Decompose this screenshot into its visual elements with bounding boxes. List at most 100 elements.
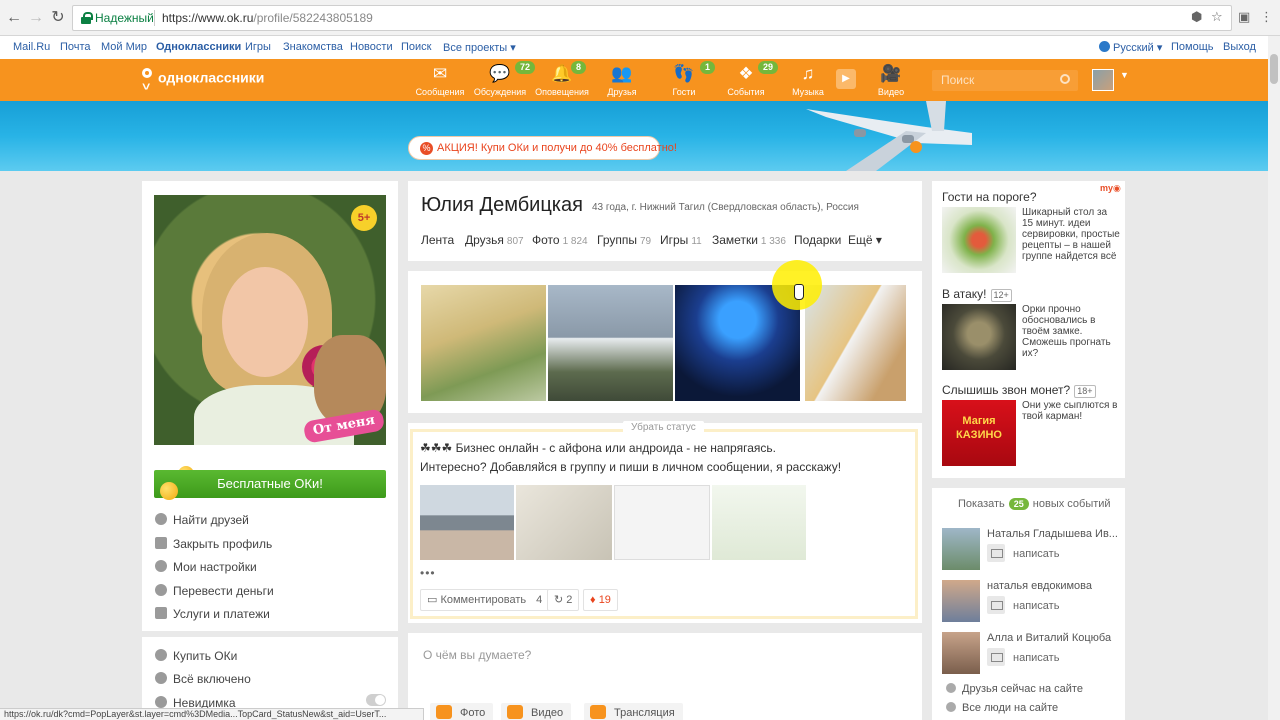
comment-button[interactable]: ▭ Комментировать 4 xyxy=(420,589,550,611)
portal-link-mail[interactable]: Почта xyxy=(60,41,91,53)
mytarget-logo-icon: my◉ xyxy=(1100,183,1121,193)
friend-avatar[interactable] xyxy=(942,632,980,674)
write-message-link[interactable]: написать xyxy=(987,648,1059,666)
promo-banner[interactable]: % АКЦИЯ! Купи ОКи и получи до 40% беспла… xyxy=(0,101,1268,171)
ok-logo-icon xyxy=(140,68,154,90)
ad-image[interactable] xyxy=(942,304,1016,370)
status-text-line-1: ☘☘☘ Бизнес онлайн - с айфона или андроид… xyxy=(420,441,776,455)
post-input[interactable]: О чём вы думаете? xyxy=(423,648,531,662)
photo-thumb[interactable] xyxy=(421,285,546,401)
chevron-down-icon[interactable]: ▼ xyxy=(1120,70,1129,80)
percent-icon: % xyxy=(420,142,433,155)
post-photo-button[interactable]: Фото xyxy=(430,703,494,720)
search-icon[interactable] xyxy=(1060,74,1070,84)
ad-image[interactable] xyxy=(942,207,1016,273)
post-stream-button[interactable]: Трансляция xyxy=(584,703,683,720)
menu-find-friends[interactable]: Найти друзей xyxy=(155,513,249,531)
envelope-icon xyxy=(987,648,1005,666)
user-avatar[interactable] xyxy=(1092,69,1114,91)
ad-title[interactable]: Слышишь звон монет? 18+ xyxy=(942,383,1096,398)
url-text[interactable]: https://www.ok.ru/profile/582243805189 xyxy=(162,11,373,25)
menu-settings[interactable]: Мои настройки xyxy=(155,560,257,578)
portal-link-dating[interactable]: Знакомства xyxy=(283,41,343,53)
friend-avatar[interactable] xyxy=(942,580,980,622)
ad-text[interactable]: Орки прочно обосновались в твоём замке. … xyxy=(1022,304,1120,359)
bookmark-star-icon[interactable]: ☆ xyxy=(1211,10,1225,24)
tab-friends[interactable]: Друзья 807 xyxy=(465,233,524,247)
friend-name[interactable]: Алла и Виталий Коцюба xyxy=(987,632,1111,644)
menu-services-payments[interactable]: Услуги и платежи xyxy=(155,607,270,625)
all-online-link[interactable]: Все люди на сайте xyxy=(946,702,1058,714)
status-image[interactable] xyxy=(712,485,806,560)
help-link[interactable]: Помощь xyxy=(1171,41,1214,53)
promo-pill[interactable]: % АКЦИЯ! Купи ОКи и получи до 40% беспла… xyxy=(408,136,677,160)
toolbar-messages[interactable]: ✉ Сообщения xyxy=(410,63,470,97)
page-scrollbar[interactable] xyxy=(1268,36,1280,720)
photo-thumb[interactable] xyxy=(805,285,906,401)
menu-buy-ok[interactable]: Купить ОКи xyxy=(155,649,237,667)
extension-icon[interactable]: ▣ xyxy=(1238,10,1252,24)
post-video-button[interactable]: Видео xyxy=(501,703,572,720)
translate-icon[interactable]: ⬢ xyxy=(1191,10,1205,24)
camera-icon xyxy=(436,705,452,719)
invisible-icon xyxy=(155,696,167,708)
portal-link-ok[interactable]: Одноклассники xyxy=(156,41,241,53)
portal-link-mailru[interactable]: Mail.Ru xyxy=(13,41,50,53)
reload-icon[interactable]: ↻ xyxy=(48,8,68,28)
ad-text[interactable]: Они уже сыплются в твой карман! xyxy=(1022,400,1120,422)
status-image[interactable] xyxy=(420,485,514,560)
menu-all-inclusive[interactable]: Всё включено xyxy=(155,672,251,690)
profile-photo[interactable]: От меня xyxy=(154,195,386,445)
airplane-illustration xyxy=(806,101,972,171)
logout-link[interactable]: Выход xyxy=(1223,41,1256,53)
invisible-toggle[interactable] xyxy=(366,694,386,706)
write-message-link[interactable]: написать xyxy=(987,596,1059,614)
show-events-link[interactable]: Показать 25 новых событий xyxy=(958,498,1111,510)
status-image[interactable] xyxy=(516,485,612,560)
tab-photos[interactable]: Фото 1 824 xyxy=(532,233,588,247)
coin-icon xyxy=(160,482,178,500)
more-dots[interactable]: ••• xyxy=(420,566,436,580)
like-button[interactable]: ♦ 19 xyxy=(583,589,618,611)
portal-link-all-projects[interactable]: Все проекты ▾ xyxy=(443,41,516,54)
search-input[interactable]: Поиск xyxy=(932,70,1078,91)
forward-arrow-icon[interactable]: → xyxy=(26,8,46,28)
tab-notes[interactable]: Заметки 1 336 xyxy=(712,233,786,247)
tab-groups[interactable]: Группы 79 xyxy=(597,233,651,247)
lock-icon xyxy=(155,537,167,549)
tab-games[interactable]: Игры 11 xyxy=(660,233,702,247)
ad-image[interactable]: Магия КАЗИНО xyxy=(942,400,1016,466)
friends-online-link[interactable]: Друзья сейчас на сайте xyxy=(946,683,1083,695)
photo-thumb[interactable] xyxy=(548,285,673,401)
remove-status-button[interactable]: Убрать статус xyxy=(623,421,704,435)
ad-title[interactable]: В атаку! 12+ xyxy=(942,287,1012,302)
ad-title[interactable]: Гости на пороге? xyxy=(942,190,1037,204)
menu-close-profile[interactable]: Закрыть профиль xyxy=(155,537,272,555)
friend-name[interactable]: Наталья Гладышева Ив... xyxy=(987,528,1118,540)
tab-more[interactable]: Ещё ▾ xyxy=(848,233,882,247)
tab-feed[interactable]: Лента xyxy=(421,233,454,247)
share-button[interactable]: ↻ 2 xyxy=(547,589,580,611)
back-arrow-icon[interactable]: ← xyxy=(4,8,24,28)
menu-transfer-money[interactable]: Перевести деньги xyxy=(155,584,274,602)
toolbar-music[interactable]: ♫ Музыка xyxy=(778,63,838,97)
menu-dots-icon[interactable]: ⋮ xyxy=(1260,10,1274,24)
status-image[interactable] xyxy=(614,485,710,560)
address-bar[interactable]: Надежный https://www.ok.ru/profile/58224… xyxy=(72,5,1232,31)
scrollbar-thumb[interactable] xyxy=(1270,54,1278,84)
toolbar-friends[interactable]: 👥 Друзья xyxy=(592,63,652,97)
portal-link-news[interactable]: Новости xyxy=(350,41,393,53)
music-play-icon[interactable]: ▶ xyxy=(836,69,856,89)
write-message-link[interactable]: написать xyxy=(987,544,1059,562)
ad-text[interactable]: Шикарный стол за 15 минут. идеи сервиров… xyxy=(1022,207,1120,262)
free-ok-button[interactable]: Бесплатные ОКи! xyxy=(154,470,386,498)
friend-avatar[interactable] xyxy=(942,528,980,570)
tab-gifts[interactable]: Подарки xyxy=(794,233,841,247)
toolbar-video[interactable]: 🎥 Видео xyxy=(861,63,921,97)
language-selector[interactable]: Русский ▾ xyxy=(1099,41,1162,54)
friend-name[interactable]: наталья евдокимова xyxy=(987,580,1092,592)
portal-link-search[interactable]: Поиск xyxy=(401,41,431,53)
ok-logo[interactable]: одноклассники xyxy=(140,68,264,90)
portal-link-games[interactable]: Игры xyxy=(245,41,271,53)
portal-link-myworld[interactable]: Мой Мир xyxy=(101,41,147,53)
